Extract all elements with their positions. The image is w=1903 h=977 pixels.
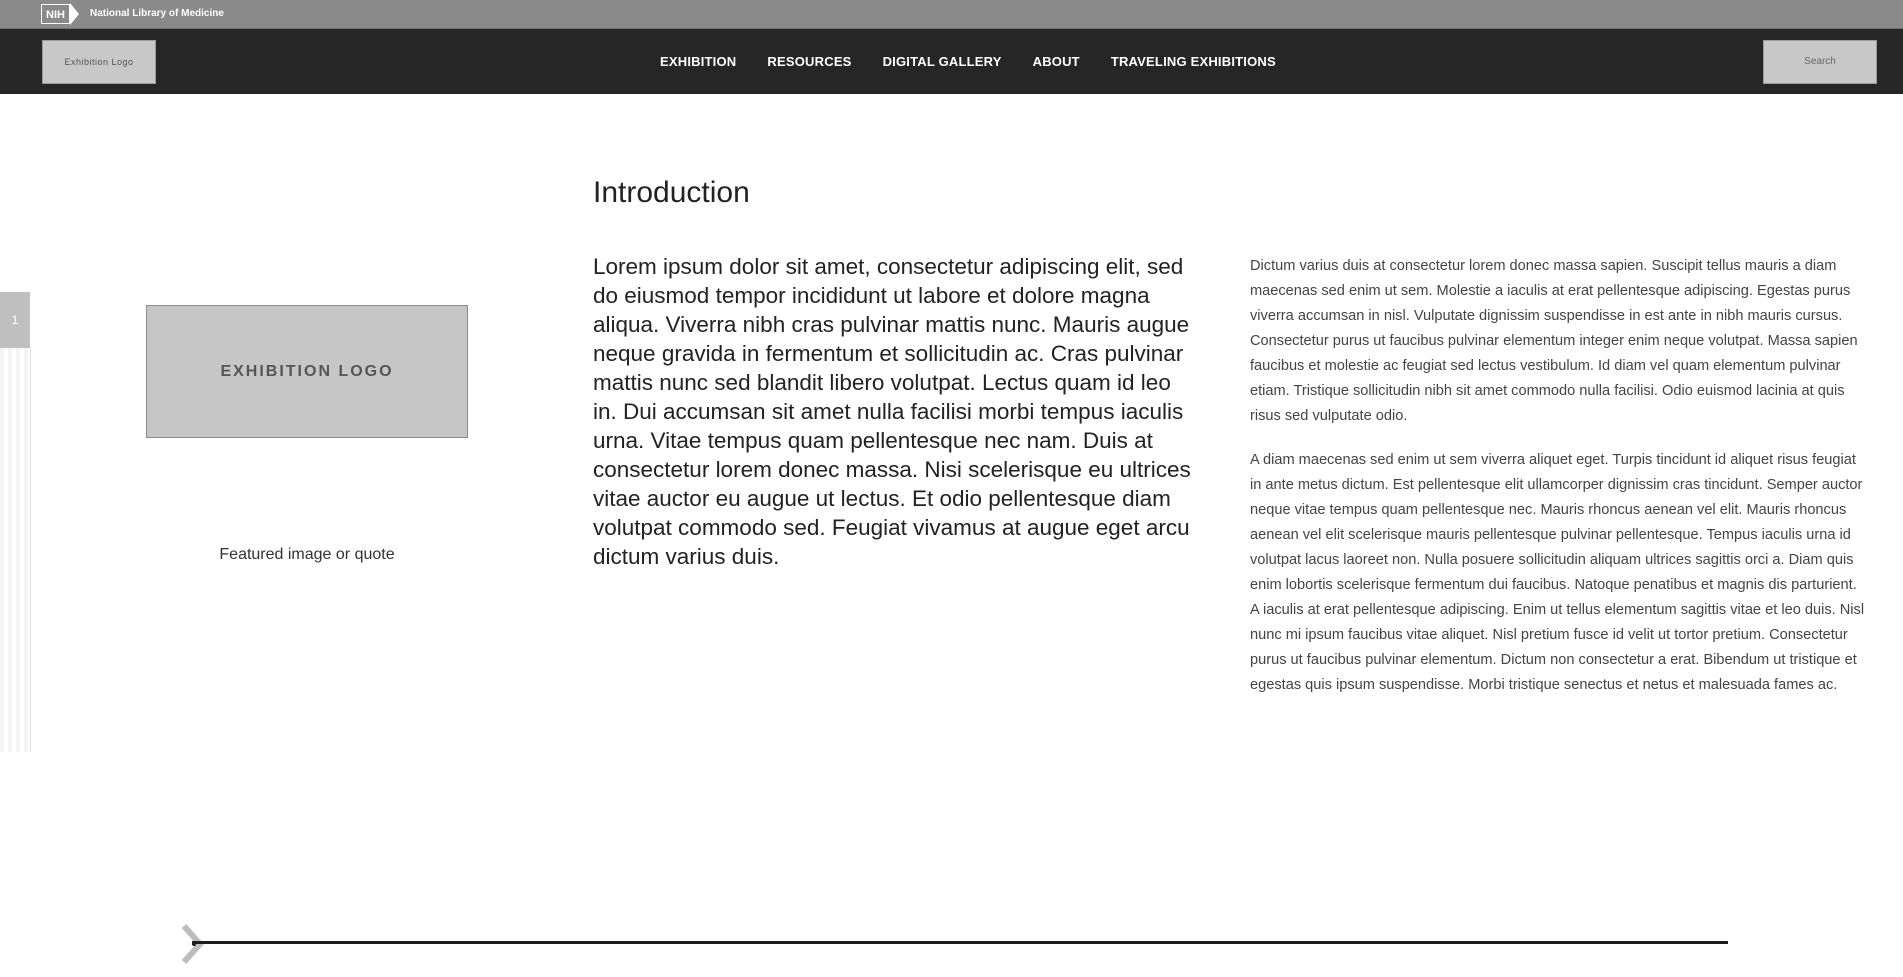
nav-item-digital-gallery[interactable]: DIGITAL GALLERY <box>883 54 1002 69</box>
chevron-right-icon[interactable] <box>180 924 206 964</box>
nav-item-exhibition[interactable]: EXHIBITION <box>660 54 736 69</box>
nlm-link[interactable]: National Library of Medicine <box>90 8 224 19</box>
section-rail <box>0 348 31 752</box>
body-paragraph: Dictum varius duis at consectetur lorem … <box>1250 258 1858 424</box>
exhibition-logo-button[interactable]: Exhibition Logo <box>42 40 156 84</box>
nih-logo[interactable]: NIH <box>41 3 79 25</box>
body-paragraph: A diam maecenas sed enim ut sem viverra … <box>1250 452 1865 693</box>
section-tab[interactable]: 1 <box>0 292 30 348</box>
primary-nav: EXHIBITION RESOURCES DIGITAL GALLERY ABO… <box>660 29 1276 94</box>
body-text-column: Dictum varius duis at consectetur lorem … <box>1250 254 1865 717</box>
nav-item-resources[interactable]: RESOURCES <box>767 54 851 69</box>
nih-logo-text: NIH <box>41 4 70 24</box>
nav-item-traveling-exhibitions[interactable]: TRAVELING EXHIBITIONS <box>1111 54 1276 69</box>
main-navbar: Exhibition Logo EXHIBITION RESOURCES DIG… <box>0 29 1903 94</box>
nlm-topbar: NIH National Library of Medicine <box>0 0 1903 29</box>
search-button[interactable]: Search <box>1763 40 1877 84</box>
exhibition-logo-placeholder: EXHIBITION LOGO <box>146 305 468 438</box>
featured-caption: Featured image or quote <box>219 546 395 563</box>
page-title: Introduction <box>593 176 750 209</box>
nav-item-about[interactable]: ABOUT <box>1033 54 1080 69</box>
timeline-line <box>192 941 1728 944</box>
intro-paragraph: Lorem ipsum dolor sit amet, consectetur … <box>593 254 1191 569</box>
nih-logo-arrow-icon <box>70 3 79 25</box>
